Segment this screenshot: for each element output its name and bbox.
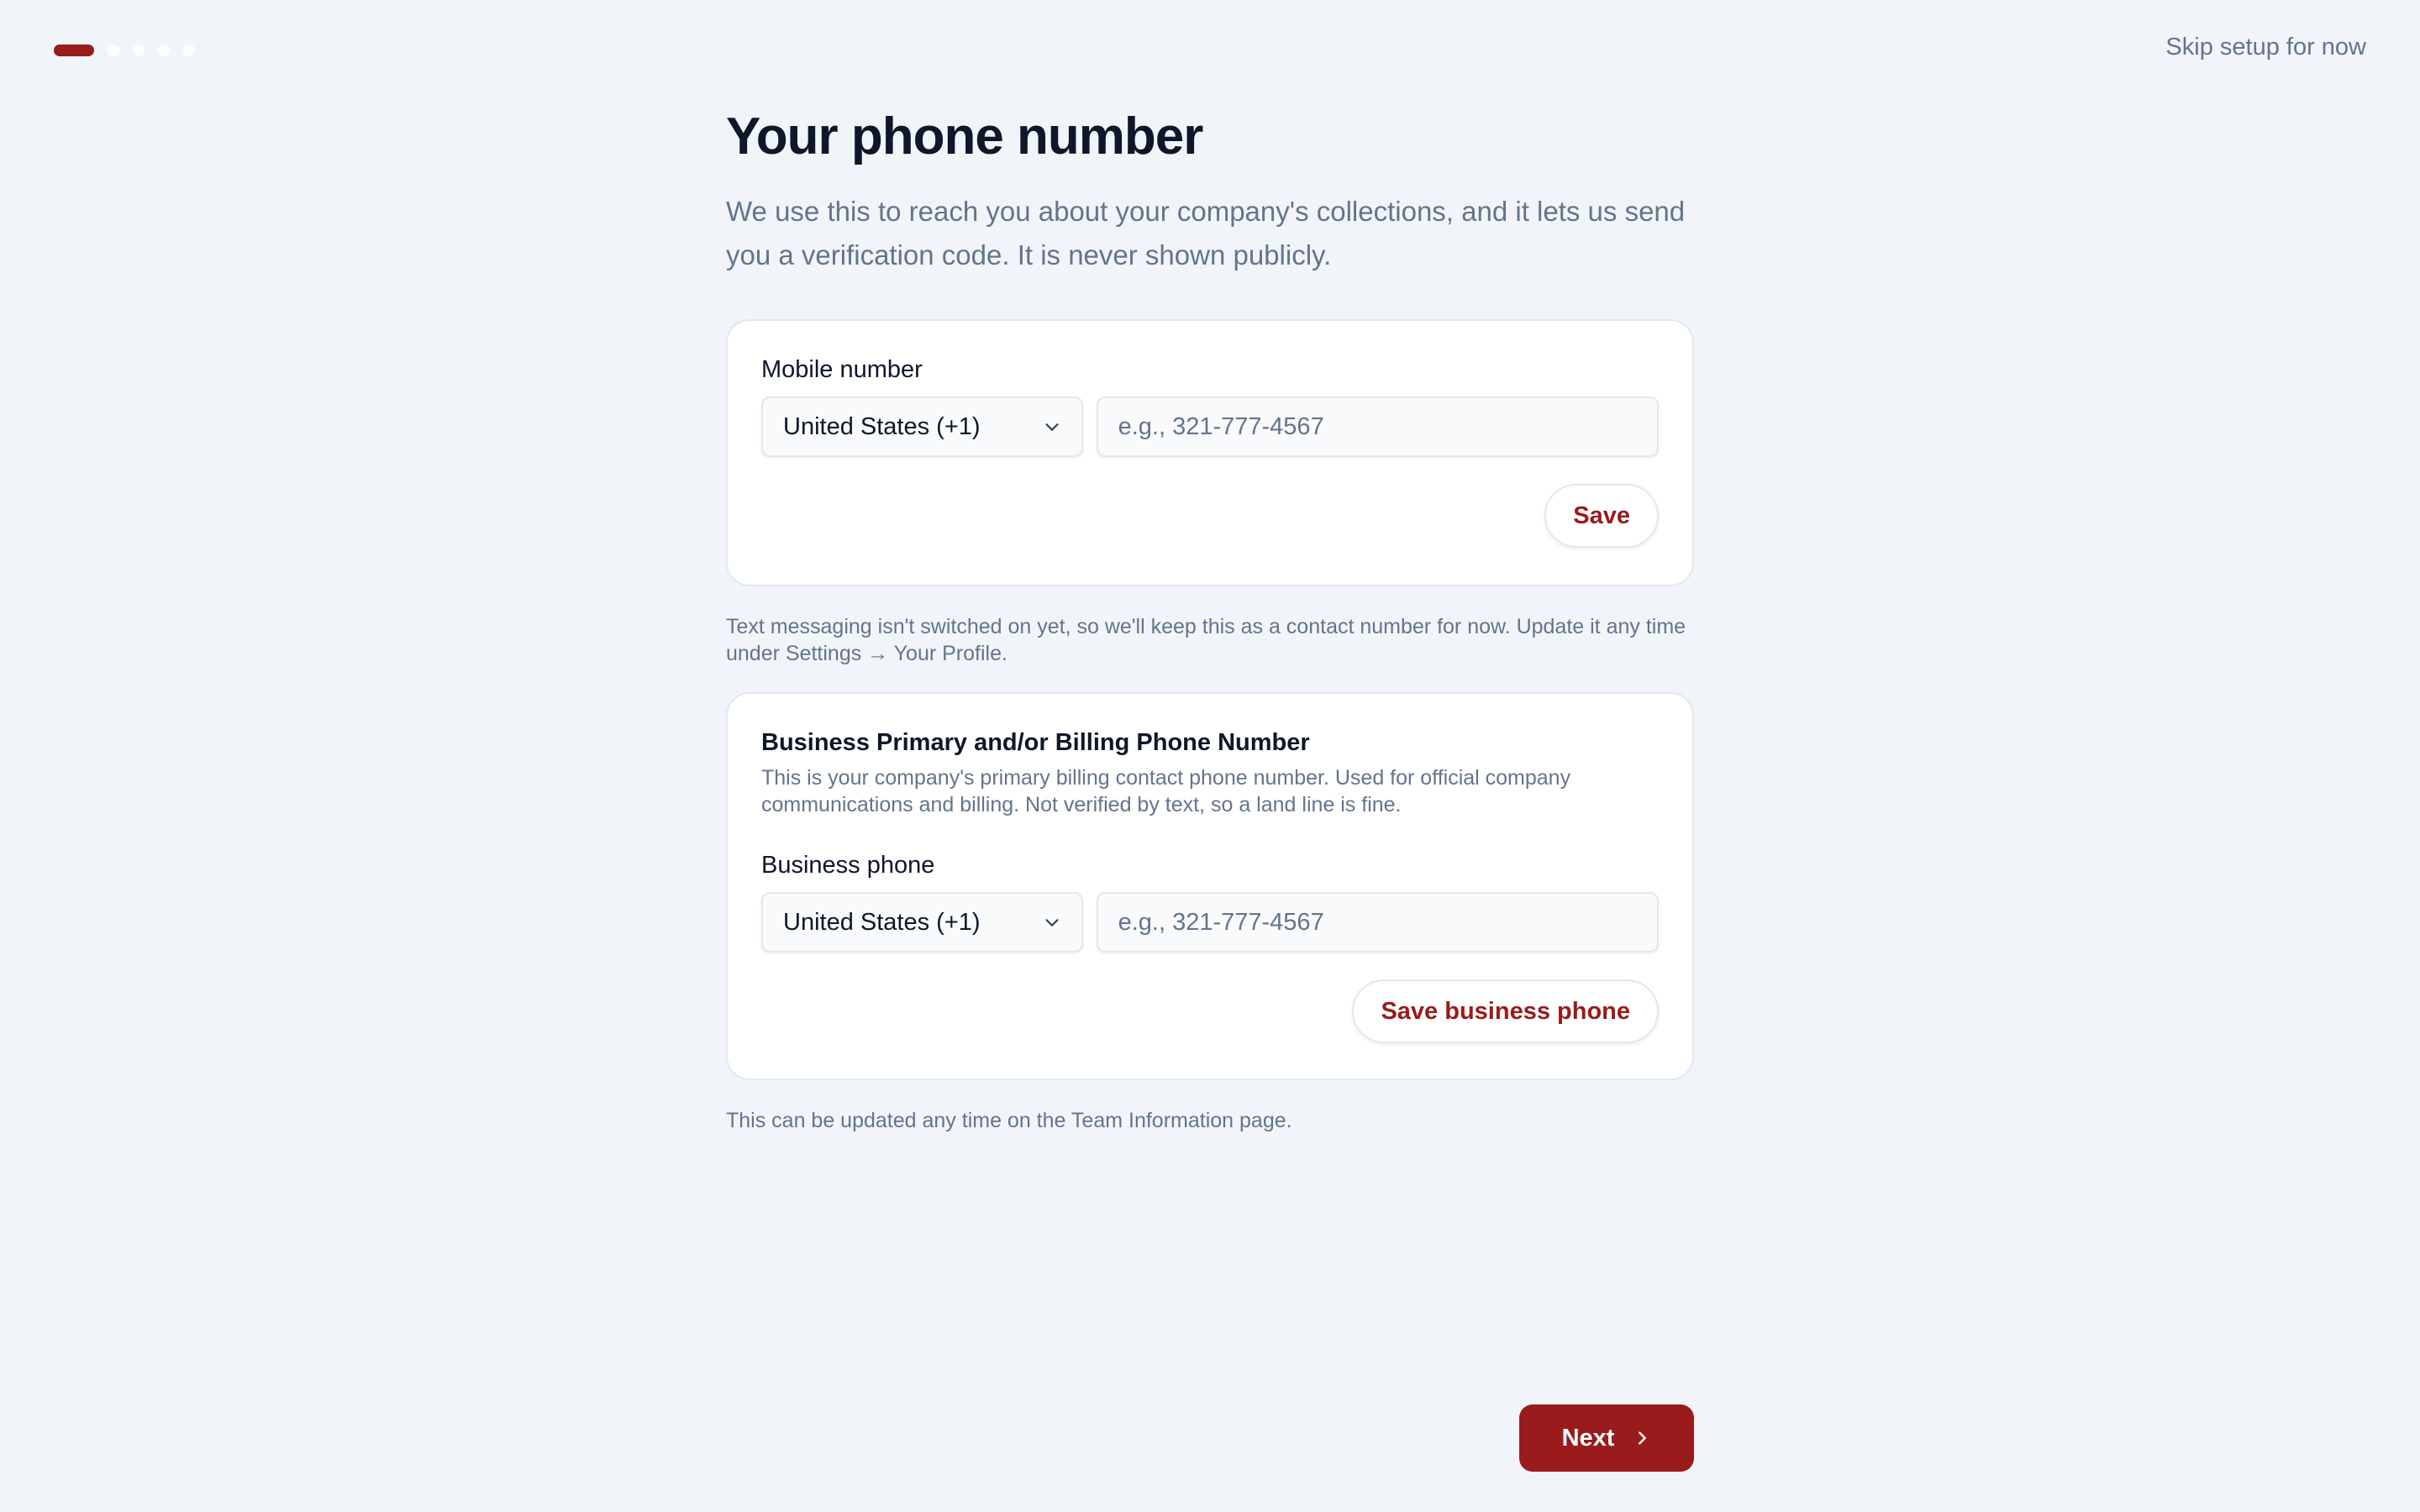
chevron-right-icon [1639,1431,1647,1445]
mobile-country-select-value: United States (+1) [783,412,981,440]
business-phone-label: Business phone [761,852,935,879]
mobile-number-row: United States (+1) [761,396,1659,457]
business-country-select[interactable]: United States (+1) [761,892,1083,953]
business-phone-section-description: This is your company's primary billing c… [761,766,1571,816]
business-phone-card: Business Primary and/or Billing Phone Nu… [726,692,1694,1080]
main-content: Your phone number We use this to reach y… [726,106,1694,1134]
progress-step-2 [108,45,119,56]
business-phone-note: This can be updated any time on the Team… [726,1109,1292,1132]
business-phone-row: United States (+1) [761,892,1659,953]
mobile-number-card: Mobile number United States (+1) Save [726,319,1694,586]
next-button-label: Next [1561,1424,1615,1452]
progress-step-1-active [54,45,94,56]
progress-step-4 [158,45,170,56]
page-subtitle: We use this to reach you about your comp… [726,196,1686,270]
next-button[interactable]: Next [1519,1404,1694,1472]
mobile-actions: Save [761,484,1659,548]
top-bar: Skip setup for now [0,0,2420,101]
page-title: Your phone number [726,108,1203,165]
business-country-select-value: United States (+1) [783,908,981,936]
mobile-number-note: Text messaging isn't switched on yet, so… [726,615,1686,665]
skip-setup-link[interactable]: Skip setup for now [2165,34,2366,61]
mobile-country-select[interactable]: United States (+1) [761,396,1083,457]
step-progress-indicator [54,45,195,56]
save-business-phone-button[interactable]: Save business phone [1352,979,1659,1043]
chevron-down-icon [1045,423,1059,431]
progress-step-3 [133,45,145,56]
business-phone-input[interactable] [1096,892,1659,953]
business-phone-actions: Save business phone [761,979,1659,1043]
chevron-down-icon [1045,919,1059,927]
mobile-number-input[interactable] [1096,396,1659,457]
progress-step-5 [183,45,195,56]
business-phone-section-title: Business Primary and/or Billing Phone Nu… [761,729,1310,756]
save-mobile-button[interactable]: Save [1544,484,1659,548]
mobile-number-label: Mobile number [761,356,923,383]
